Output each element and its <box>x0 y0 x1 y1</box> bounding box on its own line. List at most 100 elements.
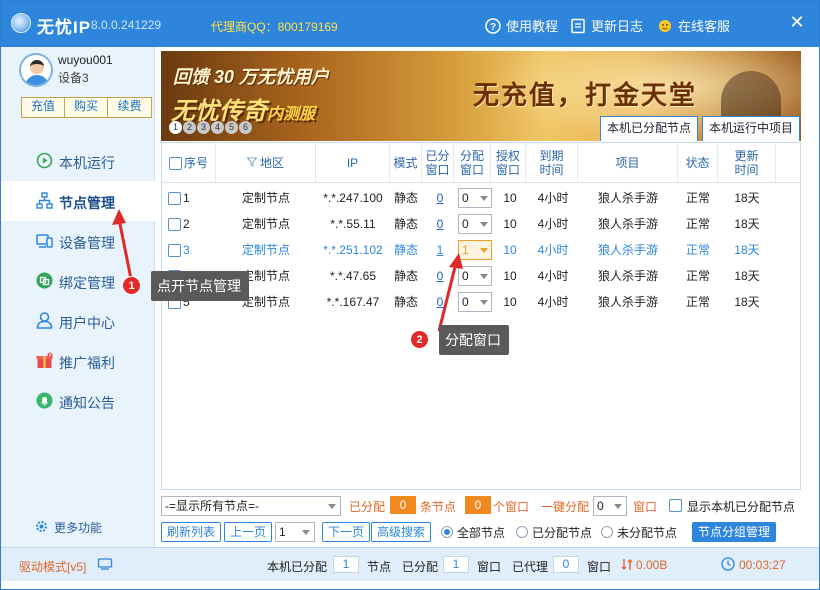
sidebar-item-node-management[interactable]: 节点管理 <box>1 181 155 221</box>
row-assigned-link[interactable]: 0 <box>430 289 450 315</box>
banner-slide-dots: 1 2 3 4 5 6 <box>169 121 252 134</box>
agent-qq: 代理商QQ：800179169 <box>211 20 338 34</box>
chevron-down-icon <box>480 196 488 201</box>
row-alloc-select[interactable]: 0 <box>458 214 492 234</box>
header-alloc: 分配 窗口 <box>454 143 491 183</box>
changelog-link[interactable]: 更新日志 <box>570 16 643 35</box>
renew-button[interactable]: 续费 <box>108 98 151 117</box>
row-mode: 静态 <box>393 217 418 231</box>
slide-dot[interactable]: 3 <box>197 121 210 134</box>
row-auth: 10 <box>503 217 517 231</box>
row-alloc-select[interactable]: 0 <box>458 188 492 208</box>
sidebar-item-promotion[interactable]: ¥ 推广福利 <box>1 341 155 381</box>
show-local-assigned-checkbox[interactable] <box>669 499 682 512</box>
row-checkbox[interactable] <box>168 244 181 258</box>
advanced-search-button[interactable]: 高级搜索 <box>371 522 432 542</box>
table-row[interactable]: 3 定制节点 *.*.251.102 静态 1 1 10 4小时 狼人杀手游 正… <box>162 237 802 263</box>
slide-dot[interactable]: 1 <box>169 121 182 134</box>
header-index[interactable]: 序号 <box>162 143 216 183</box>
assigned-windows-count: 0 <box>465 496 491 514</box>
more-functions-link[interactable]: 更多功能 <box>35 519 102 536</box>
row-index: 3 <box>183 243 190 257</box>
slide-dot[interactable]: 5 <box>225 121 238 134</box>
support-link[interactable]: 在线客服 <box>657 16 730 35</box>
row-region: 定制节点 <box>241 243 290 257</box>
windows-unit: 个窗口 <box>493 500 530 514</box>
node-filter-select[interactable]: -=显示所有节点=- <box>161 496 341 516</box>
traffic-icon <box>621 558 633 574</box>
row-ip: *.*.47.65 <box>329 269 377 283</box>
select-all-checkbox[interactable] <box>168 156 182 170</box>
row-expiry: 4小时 <box>537 191 569 205</box>
app-window: 无忧IP 8.0.0.241229 代理商QQ：800179169 ? 使用教程… <box>0 0 820 590</box>
slide-dot[interactable]: 4 <box>211 121 224 134</box>
sidebar-item-user-center[interactable]: 用户中心 <box>1 301 155 341</box>
tutorial-link[interactable]: ? 使用教程 <box>485 16 558 35</box>
recharge-button[interactable]: 充值 <box>22 98 65 117</box>
header-project: 项目 <box>578 143 678 183</box>
driver-mode: 驱动模式[v5] <box>19 560 87 574</box>
refresh-list-button[interactable]: 刷新列表 <box>161 522 222 542</box>
row-alloc-select[interactable]: 0 <box>458 266 492 286</box>
sidebar-item-notice[interactable]: 通知公告 <box>1 381 155 421</box>
table-row[interactable]: 5 定制节点 *.*.167.47 静态 0 0 10 4小时 狼人杀手游 正常… <box>162 289 802 315</box>
sidebar-item-local-run[interactable]: 本机运行 <box>1 141 155 181</box>
row-status: 正常 <box>685 295 710 309</box>
sidebar-item-device-management[interactable]: 设备管理 <box>1 221 155 261</box>
close-icon: ✕ <box>789 12 805 32</box>
switch-icon[interactable] <box>97 556 113 575</box>
radio-assigned-nodes[interactable] <box>516 526 528 538</box>
controls-row: 刷新列表 上一页 1 下一页 高级搜索 全部节点 已分配节点 未分配节点 节点分… <box>161 522 801 544</box>
avatar[interactable] <box>19 53 53 87</box>
tab-local-running-projects[interactable]: 本机运行中项目 <box>702 116 801 141</box>
gear-icon <box>35 520 48 536</box>
row-project: 狼人杀手游 <box>597 243 658 257</box>
header-region[interactable]: 地区 <box>216 143 316 183</box>
row-ip: *.*.251.102 <box>323 243 383 257</box>
assigned-window-count: 1 <box>443 556 469 573</box>
row-ip: *.*.247.100 <box>323 191 383 205</box>
local-assigned-label: 本机已分配 <box>267 560 328 574</box>
next-page-button[interactable]: 下一页 <box>322 522 371 542</box>
table-row[interactable]: 2 定制节点 *.*.55.11 静态 0 0 10 4小时 狼人杀手游 正常 … <box>162 211 802 237</box>
table-row[interactable]: 1 定制节点 *.*.247.100 静态 0 0 10 4小时 狼人杀手游 正… <box>162 185 802 211</box>
row-mode: 静态 <box>393 269 418 283</box>
banner-line1: 回馈 30 万无忧用户 <box>173 67 330 87</box>
row-status: 正常 <box>685 191 710 205</box>
chevron-down-icon <box>480 248 488 253</box>
row-auth: 10 <box>503 243 517 257</box>
node-group-management-button[interactable]: 节点分组管理 <box>692 522 777 542</box>
slide-dot[interactable]: 2 <box>183 121 196 134</box>
page-select[interactable]: 1 <box>275 522 315 542</box>
buy-button[interactable]: 购买 <box>65 98 108 117</box>
row-ip: *.*.167.47 <box>326 295 380 309</box>
one-click-allocate-select[interactable]: 0 <box>593 496 627 516</box>
row-checkbox[interactable] <box>168 192 181 206</box>
row-assigned-link[interactable]: 0 <box>430 211 450 237</box>
row-assigned-link[interactable]: 1 <box>430 237 450 263</box>
row-alloc-select[interactable]: 0 <box>458 292 492 312</box>
traffic-speed: 0.00B <box>636 558 668 572</box>
table-row[interactable]: 4 定制节点 *.*.47.65 静态 0 0 10 4小时 狼人杀手游 正常 … <box>162 263 802 289</box>
radio-unassigned-nodes[interactable] <box>601 526 613 538</box>
user-icon <box>36 312 53 329</box>
proxied-label: 已代理 <box>512 560 549 574</box>
user-card: wuyou001 设备3 充值 购买 续费 <box>1 47 155 121</box>
document-icon <box>570 18 586 34</box>
window-label-2: 窗口 <box>587 560 612 574</box>
support-icon <box>657 18 673 34</box>
slide-dot[interactable]: 6 <box>239 121 252 134</box>
row-mode: 静态 <box>393 191 418 205</box>
prev-page-button[interactable]: 上一页 <box>224 522 273 542</box>
row-assigned-link[interactable]: 0 <box>430 185 450 211</box>
header-auth: 授权 窗口 <box>491 143 526 183</box>
radio-all-nodes[interactable] <box>441 526 453 538</box>
one-click-allocate-label: 一键分配 <box>541 500 590 514</box>
row-checkbox[interactable] <box>168 218 181 232</box>
close-button[interactable]: ✕ <box>787 13 807 33</box>
sidebar-item-label: 节点管理 <box>59 195 115 211</box>
row-alloc-select[interactable]: 1 <box>458 240 492 260</box>
node-table: 序号 地区 IP 模式 已分 窗口 分配 窗口 授权 窗口 到期 时间 项目 状… <box>161 142 802 490</box>
row-assigned-link[interactable]: 0 <box>430 263 450 289</box>
tab-local-assigned-nodes[interactable]: 本机已分配节点 <box>600 116 699 141</box>
